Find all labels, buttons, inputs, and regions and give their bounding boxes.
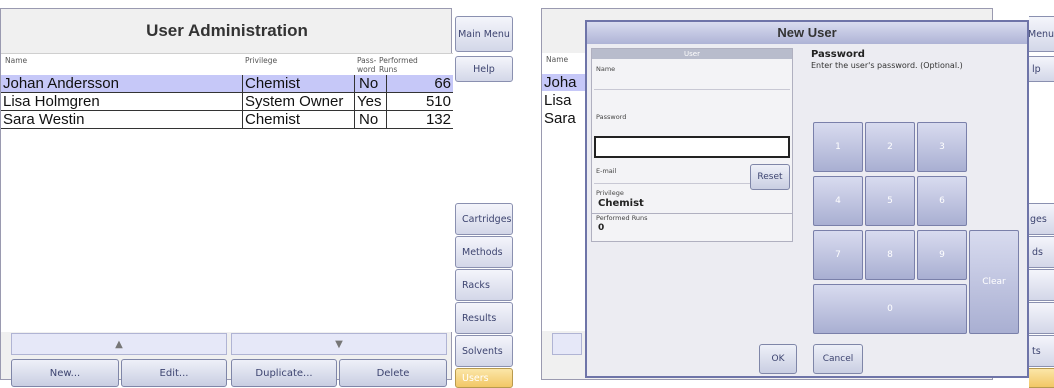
user-name-cell: Johan Andersson bbox=[3, 75, 119, 92]
background-row: Joha bbox=[542, 74, 586, 91]
new-user-button[interactable]: New... bbox=[11, 359, 119, 387]
privilege-value[interactable]: Chemist bbox=[598, 198, 644, 209]
sidebar-item-racks[interactable]: Racks bbox=[455, 269, 513, 301]
background-sidebar-item: ts bbox=[1029, 335, 1054, 367]
column-header-privilege[interactable]: Privilege bbox=[245, 56, 277, 65]
key-4[interactable]: 4 bbox=[813, 176, 863, 226]
background-row-text: Sara bbox=[544, 110, 576, 127]
reset-button[interactable]: Reset bbox=[750, 164, 790, 190]
main-menu-button[interactable]: Main Menu bbox=[455, 16, 513, 52]
privilege-cell: Chemist bbox=[245, 111, 301, 128]
column-header-runs[interactable]: Performed Runs bbox=[379, 56, 418, 74]
table-row[interactable]: Lisa Holmgren System Owner Yes 510 bbox=[1, 93, 453, 110]
new-user-dialog: New User User Name Password E-mail Privi… bbox=[585, 20, 1029, 378]
background-sidebar-item: ds bbox=[1029, 236, 1054, 268]
cancel-button[interactable]: Cancel bbox=[813, 344, 863, 374]
password-cell: No bbox=[359, 111, 379, 128]
password-cell: No bbox=[359, 75, 379, 92]
key-3[interactable]: 3 bbox=[917, 122, 967, 172]
password-field-label: Password bbox=[596, 113, 627, 121]
triangle-down-icon: ▼ bbox=[335, 338, 343, 350]
key-1[interactable]: 1 bbox=[813, 122, 863, 172]
performed-runs-section: Performed Runs 0 bbox=[591, 214, 793, 242]
performed-runs-label: Performed Runs bbox=[596, 214, 648, 222]
clear-button[interactable]: Clear bbox=[969, 230, 1019, 334]
user-administration-screen: User Administration Name Privilege Pass-… bbox=[0, 0, 514, 388]
background-sidebar-item bbox=[1029, 368, 1054, 388]
background-scroll-button bbox=[552, 333, 582, 355]
dialog-title: New User bbox=[587, 22, 1027, 44]
sidebar-item-cartridges[interactable]: Cartridges bbox=[455, 203, 513, 235]
help-title: Password bbox=[811, 49, 865, 60]
column-header-name[interactable]: Name bbox=[5, 56, 27, 65]
key-5[interactable]: 5 bbox=[865, 176, 915, 226]
background-sidebar-item bbox=[1029, 269, 1054, 301]
column-header-runs-line1: Performed bbox=[379, 56, 418, 65]
user-administration-window: User Administration Name Privilege Pass-… bbox=[0, 8, 453, 387]
background-sidebar-item: Menu bbox=[1029, 16, 1054, 52]
users-table: Name Privilege Pass- word Performed Runs… bbox=[1, 53, 453, 332]
performed-runs-value: 0 bbox=[598, 223, 605, 233]
privilege-cell: System Owner bbox=[245, 93, 344, 110]
ok-button[interactable]: OK bbox=[759, 344, 797, 374]
background-column-header: Name bbox=[546, 55, 569, 64]
key-2[interactable]: 2 bbox=[865, 122, 915, 172]
runs-cell: 66 bbox=[434, 75, 451, 92]
column-header-runs-line2: Runs bbox=[379, 65, 398, 74]
key-6[interactable]: 6 bbox=[917, 176, 967, 226]
password-cell: Yes bbox=[357, 93, 382, 110]
table-row[interactable]: Johan Andersson Chemist No 66 bbox=[1, 75, 453, 92]
new-user-screen: Name Joha Lisa Sara Menu lp ges ds ts Ne… bbox=[541, 0, 1054, 388]
key-9[interactable]: 9 bbox=[917, 230, 967, 280]
runs-cell: 510 bbox=[425, 93, 451, 110]
divider bbox=[594, 89, 790, 90]
triangle-up-icon: ▲ bbox=[115, 338, 123, 350]
background-row: Lisa bbox=[542, 92, 586, 109]
column-header-password-line1: Pass- bbox=[357, 56, 377, 65]
sidebar-item-users[interactable]: Users bbox=[455, 368, 513, 388]
page-title: User Administration bbox=[146, 21, 308, 40]
key-0[interactable]: 0 bbox=[813, 284, 967, 334]
privilege-field-label: Privilege bbox=[596, 189, 624, 197]
background-row: Sara bbox=[542, 110, 586, 127]
name-field[interactable] bbox=[594, 61, 790, 85]
help-text: Enter the user's password. (Optional.) bbox=[811, 61, 963, 70]
sidebar: Main Menu Help Cartridges Methods Racks … bbox=[455, 0, 514, 388]
user-section-header: User bbox=[592, 49, 792, 59]
table-row[interactable]: Sara Westin Chemist No 132 bbox=[1, 111, 453, 128]
edit-user-button[interactable]: Edit... bbox=[121, 359, 227, 387]
user-name-cell: Sara Westin bbox=[3, 111, 85, 128]
sidebar-item-methods[interactable]: Methods bbox=[455, 236, 513, 268]
delete-user-button[interactable]: Delete bbox=[339, 359, 447, 387]
user-name-cell: Lisa Holmgren bbox=[3, 93, 100, 110]
column-header-password[interactable]: Pass- word bbox=[357, 56, 376, 74]
column-header-password-line2: word bbox=[357, 65, 376, 74]
privilege-cell: Chemist bbox=[245, 75, 301, 92]
background-sidebar: Menu lp ges ds ts bbox=[1029, 0, 1054, 388]
background-sidebar-item bbox=[1029, 302, 1054, 334]
key-7[interactable]: 7 bbox=[813, 230, 863, 280]
scroll-up-button[interactable]: ▲ bbox=[11, 333, 227, 355]
sidebar-item-results[interactable]: Results bbox=[455, 302, 513, 334]
password-field[interactable] bbox=[594, 136, 790, 158]
help-button[interactable]: Help bbox=[455, 56, 513, 82]
runs-cell: 132 bbox=[425, 111, 451, 128]
sidebar-item-solvents[interactable]: Solvents bbox=[455, 335, 513, 367]
background-sidebar-item: ges bbox=[1029, 203, 1054, 235]
background-row-text: Lisa bbox=[544, 92, 572, 109]
duplicate-user-button[interactable]: Duplicate... bbox=[231, 359, 337, 387]
background-row-text: Joha bbox=[544, 74, 577, 91]
background-sidebar-item: lp bbox=[1029, 56, 1054, 82]
scroll-down-button[interactable]: ▼ bbox=[231, 333, 447, 355]
key-8[interactable]: 8 bbox=[865, 230, 915, 280]
